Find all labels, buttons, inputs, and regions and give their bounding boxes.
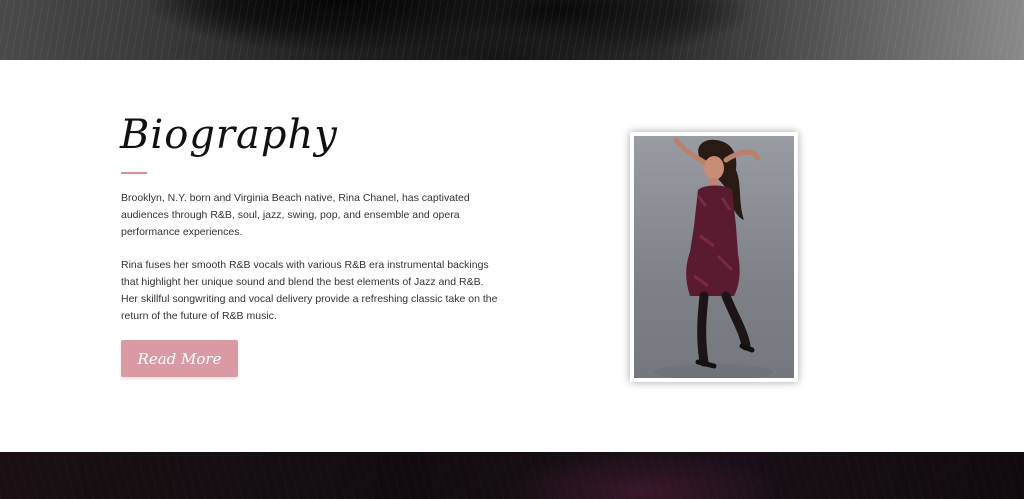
concert-texture (0, 452, 1024, 499)
hero-banner-image (0, 0, 1024, 60)
artist-figure-illustration (654, 137, 774, 378)
read-more-button[interactable]: Read More (121, 340, 238, 377)
title-divider (121, 172, 147, 174)
biography-section: Biography Brooklyn, N.Y. born and Virgin… (0, 60, 1024, 452)
concert-banner-image (0, 452, 1024, 499)
artist-photo (634, 136, 794, 378)
biography-paragraph-1: Brooklyn, N.Y. born and Virginia Beach n… (121, 192, 470, 238)
biography-paragraph-2: Rina fuses her smooth R&B vocals with va… (121, 259, 498, 322)
biography-title: Biography (120, 112, 338, 158)
artist-photo-frame (630, 132, 798, 382)
hero-feather-texture (0, 0, 1024, 60)
